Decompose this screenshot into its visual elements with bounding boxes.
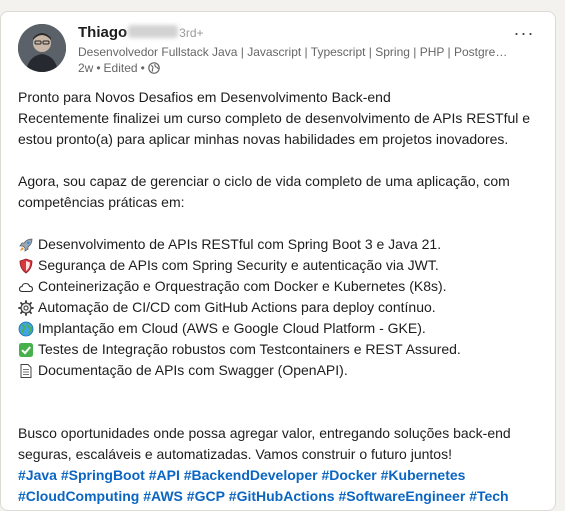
rocket-icon xyxy=(18,237,34,253)
list-item: Documentação de APIs com Swagger (OpenAP… xyxy=(18,360,543,381)
hashtag-link[interactable]: #Tech xyxy=(469,488,508,504)
competencies-intro: Agora, sou capaz de gerenciar o ciclo de… xyxy=(18,173,510,210)
list-item: Conteinerização e Orquestração com Docke… xyxy=(18,276,543,297)
hashtag-link[interactable]: #CloudComputing xyxy=(18,488,139,504)
hashtags-line-1: #Java #SpringBoot #API #BackendDeveloper… xyxy=(18,465,543,486)
list-item: Testes de Integração robustos com Testco… xyxy=(18,339,543,360)
competency-text: Conteinerização e Orquestração com Docke… xyxy=(38,278,447,294)
more-options-button[interactable]: ··· xyxy=(510,24,538,48)
hashtag-link[interactable]: #API xyxy=(149,467,180,483)
list-item: Segurança de APIs com Spring Security e … xyxy=(18,255,543,276)
document-icon xyxy=(18,363,34,379)
hashtag-link[interactable]: #SpringBoot xyxy=(61,467,145,483)
list-item: Desenvolvimento de APIs RESTful com Spri… xyxy=(18,234,543,255)
hashtag-link[interactable]: #SoftwareEngineer xyxy=(338,488,465,504)
hashtag-link[interactable]: #Java xyxy=(18,467,57,483)
hashtag-link[interactable]: #GitHubActions xyxy=(229,488,335,504)
check-mark-icon xyxy=(18,342,34,358)
hashtag-link[interactable]: #Kubernetes xyxy=(381,467,466,483)
post-title: Pronto para Novos Desafios em Desenvolvi… xyxy=(18,89,391,105)
competency-text: Implantação em Cloud (AWS e Google Cloud… xyxy=(38,320,426,336)
hashtag-link[interactable]: #GCP xyxy=(187,488,225,504)
author-name[interactable]: Thiago xyxy=(78,24,127,41)
hashtag-link[interactable]: #Docker xyxy=(321,467,376,483)
competency-text: Automação de CI/CD com GitHub Actions pa… xyxy=(38,299,436,315)
globe-icon xyxy=(18,321,34,337)
competency-text: Desenvolvimento de APIs RESTful com Spri… xyxy=(38,236,442,252)
hashtags-line-2: #CloudComputing #AWS #GCP #GitHubActions… xyxy=(18,486,543,507)
author-info: Thiago 3rd+ Desenvolvedor Fullstack Java … xyxy=(78,22,508,76)
post-meta: 2w • Edited • xyxy=(78,60,508,76)
list-item: Automação de CI/CD com GitHub Actions pa… xyxy=(18,297,543,318)
author-headline: Desenvolvedor Fullstack Java | Javascrip… xyxy=(78,45,508,59)
gear-icon xyxy=(18,299,34,316)
shield-icon xyxy=(18,258,34,274)
post-closing: Busco oportunidades onde possa agregar v… xyxy=(18,425,511,462)
hashtag-link[interactable]: #AWS xyxy=(143,488,183,504)
competency-text: Testes de Integração robustos com Testco… xyxy=(38,341,461,357)
globe-icon xyxy=(147,62,160,74)
post-time: 2w xyxy=(78,61,94,75)
post-header: Thiago 3rd+ Desenvolvedor Fullstack Java … xyxy=(18,22,538,76)
post-body: Pronto para Novos Desafios em Desenvolvi… xyxy=(18,87,543,507)
connection-degree: 3rd+ xyxy=(179,26,204,40)
avatar[interactable] xyxy=(18,24,66,72)
list-item: Implantação em Cloud (AWS e Google Cloud… xyxy=(18,318,543,339)
redacted-surname xyxy=(128,25,179,38)
competency-text: Segurança de APIs com Spring Security e … xyxy=(38,257,439,273)
competency-text: Documentação de APIs com Swagger (OpenAP… xyxy=(38,362,348,378)
meta-separator: • xyxy=(96,61,101,75)
post-intro: Recentemente finalizei um curso completo… xyxy=(18,110,531,147)
post-card: Thiago 3rd+ Desenvolvedor Fullstack Java … xyxy=(0,11,556,511)
cloud-icon xyxy=(18,279,34,295)
hashtag-link[interactable]: #BackendDeveloper xyxy=(184,467,318,483)
edited-label: Edited xyxy=(103,61,138,75)
meta-separator: • xyxy=(140,61,145,75)
